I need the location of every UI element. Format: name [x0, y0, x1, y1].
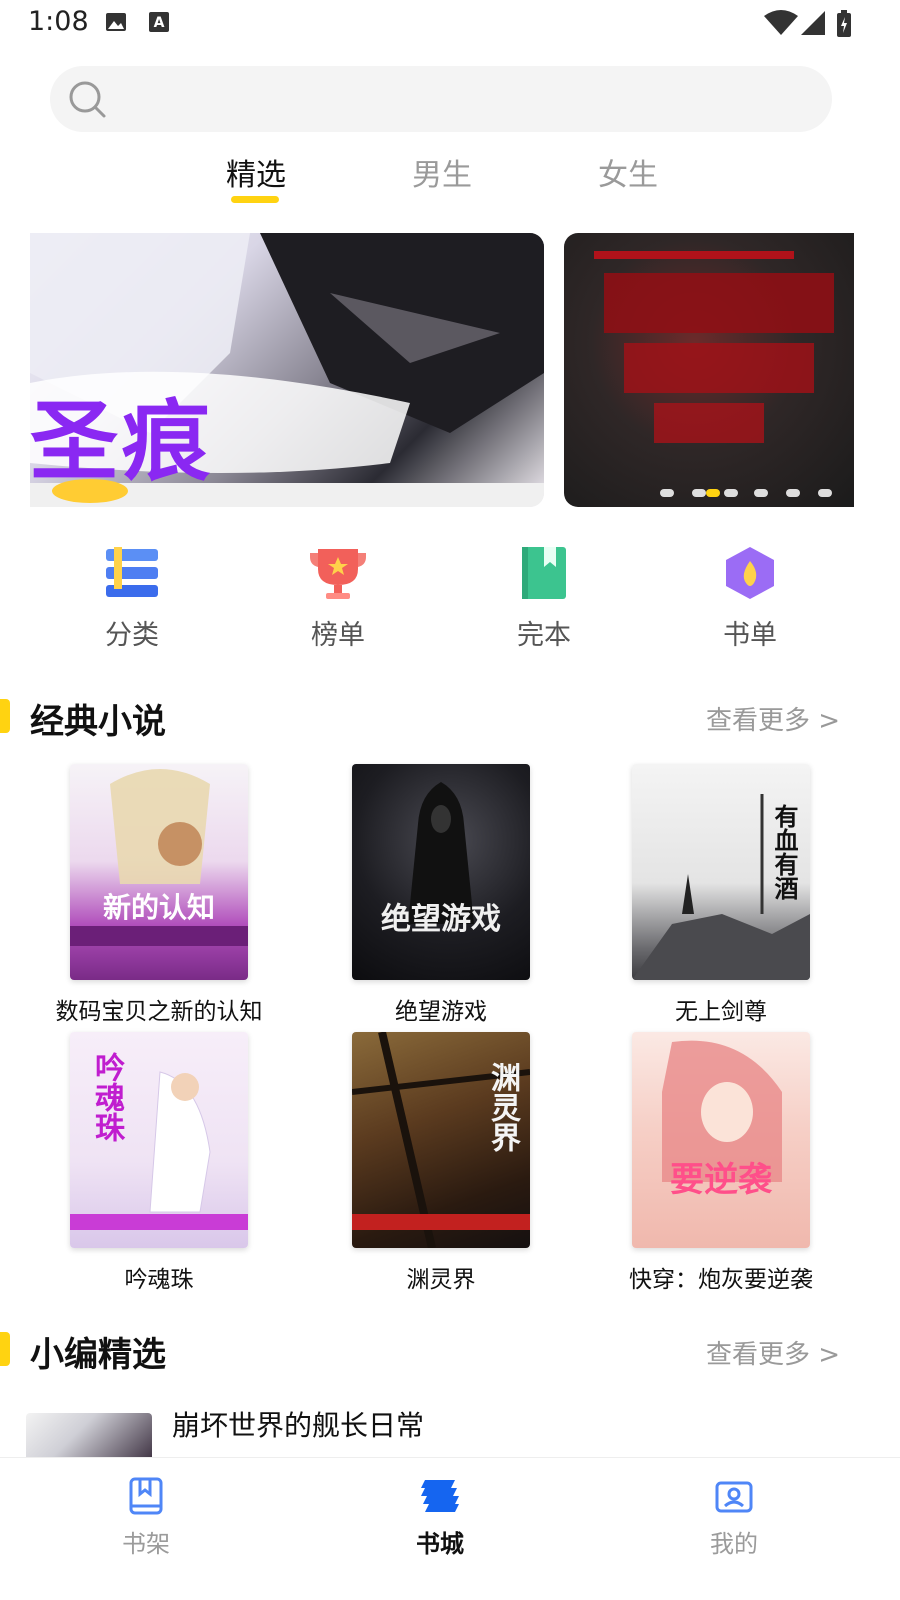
- book-title[interactable]: 吟魂珠: [70, 1260, 248, 1294]
- cover-art: [408, 782, 474, 924]
- cover-art: [70, 769, 248, 946]
- banner-artwork: [594, 251, 834, 443]
- search-icon: [69, 81, 106, 118]
- section-marker: [0, 699, 10, 733]
- nav-bookshelf[interactable]: 书架: [86, 1476, 206, 1559]
- category-label: 分类: [105, 620, 159, 651]
- pagination-dot[interactable]: [724, 489, 738, 497]
- pagination-dot[interactable]: [786, 489, 800, 497]
- banner-slide-1[interactable]: 圣痕: [30, 233, 544, 507]
- see-more-editor[interactable]: 查看更多 >: [706, 1334, 840, 1371]
- battery-icon: [837, 10, 851, 37]
- book-card[interactable]: 有血有酒: [632, 764, 810, 980]
- image-icon: [106, 13, 126, 31]
- cover-title: 新的认知: [102, 891, 215, 924]
- book-title[interactable]: 无上剑尊: [632, 992, 810, 1026]
- tab-male[interactable]: 男生: [412, 150, 472, 194]
- book-title[interactable]: 快穿：炮灰要逆袭: [628, 1260, 814, 1294]
- section-title-classic: 经典小说: [30, 702, 166, 742]
- category-completed[interactable]: 完本: [484, 545, 604, 652]
- bottom-navigation: 书架 书城 我的: [0, 1457, 900, 1600]
- book-cover: 要逆袭: [632, 1032, 810, 1248]
- nav-label: 书架: [122, 1530, 170, 1558]
- pagination-dot[interactable]: [692, 489, 706, 497]
- book-card[interactable]: 要逆袭: [632, 1032, 810, 1248]
- cover-title: 吟魂珠: [89, 1052, 124, 1142]
- category-classify[interactable]: 分类: [72, 545, 192, 652]
- tab-active-indicator: [231, 196, 279, 203]
- cover-title: 渊灵界: [485, 1062, 520, 1152]
- cover-title: 有血有酒: [770, 804, 798, 900]
- book-card[interactable]: 绝望游戏: [352, 764, 530, 980]
- section-marker: [0, 1332, 10, 1366]
- nav-label: 我的: [710, 1530, 758, 1558]
- category-list-icon: [106, 547, 158, 597]
- tab-featured[interactable]: 精选: [226, 150, 286, 194]
- section-title-editor: 小编精选: [30, 1335, 166, 1375]
- book-complete-icon: [522, 547, 566, 599]
- status-bar: 1:08 A: [0, 0, 900, 48]
- pagination-dot[interactable]: [754, 489, 768, 497]
- pagination-dot[interactable]: [818, 489, 832, 497]
- tab-female[interactable]: 女生: [598, 150, 658, 194]
- list-item-title[interactable]: 崩坏世界的舰长日常: [172, 1404, 424, 1444]
- book-cover: 有血有酒: [632, 764, 810, 980]
- book-cover: 绝望游戏: [352, 764, 530, 980]
- book-cover: 渊灵界: [352, 1032, 530, 1248]
- book-card[interactable]: 新的认知: [70, 764, 248, 980]
- trophy-icon: [310, 549, 366, 599]
- category-label: 榜单: [311, 620, 365, 651]
- wifi-icon: [764, 10, 798, 35]
- book-title[interactable]: 绝望游戏: [352, 992, 530, 1026]
- status-time: 1:08: [28, 6, 89, 37]
- nav-label: 书城: [416, 1530, 464, 1558]
- bookshelf-icon: [129, 1477, 163, 1515]
- category-label: 书单: [723, 620, 777, 651]
- book-title[interactable]: 数码宝贝之新的认知: [54, 992, 264, 1026]
- category-ranking[interactable]: 榜单: [278, 545, 398, 652]
- see-more-classic[interactable]: 查看更多 >: [706, 700, 840, 737]
- bookstore-icon: [421, 1480, 459, 1512]
- cover-title: 绝望游戏: [381, 902, 501, 937]
- booklist-hexagon-icon: [726, 547, 774, 599]
- list-item-cover[interactable]: [26, 1413, 152, 1463]
- profile-icon: [715, 1481, 753, 1513]
- signal-icon: [801, 11, 825, 35]
- pagination-dot[interactable]: [660, 489, 674, 497]
- category-booklist[interactable]: 书单: [690, 545, 810, 652]
- cover-art: [662, 1040, 782, 1182]
- svg-text:A: A: [154, 15, 165, 31]
- book-title[interactable]: 渊灵界: [352, 1260, 530, 1294]
- category-label: 完本: [517, 620, 571, 651]
- search-bar[interactable]: [50, 66, 832, 132]
- book-cover: 吟魂珠: [70, 1032, 248, 1248]
- banner-slide-2[interactable]: [564, 233, 854, 507]
- nav-bookstore[interactable]: 书城: [380, 1476, 500, 1559]
- nav-mine[interactable]: 我的: [674, 1476, 794, 1559]
- a-icon: A: [149, 12, 169, 32]
- book-cover: 新的认知: [70, 764, 248, 980]
- banner-art-text: 圣痕: [30, 390, 215, 493]
- book-card[interactable]: 渊灵界: [352, 1032, 530, 1248]
- pagination-dot-active[interactable]: [706, 489, 720, 497]
- cover-title: 要逆袭: [670, 1160, 772, 1200]
- book-card[interactable]: 吟魂珠: [70, 1032, 248, 1248]
